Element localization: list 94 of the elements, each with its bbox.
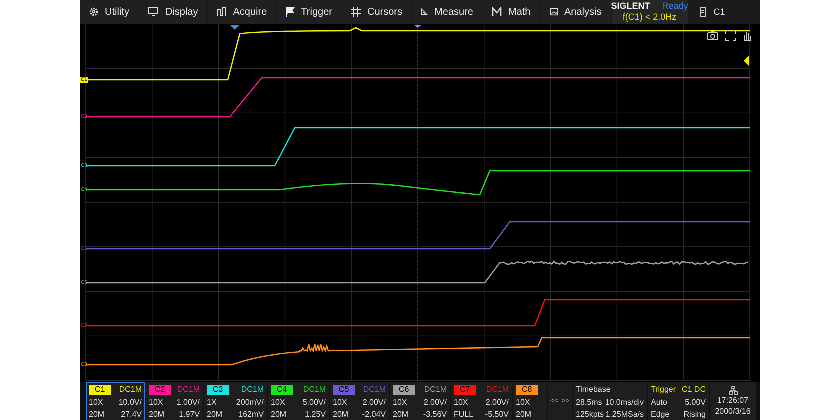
channel-label: C5 [333, 384, 356, 394]
trigger-mode: Auto [651, 398, 668, 406]
trigger-level-marker [744, 56, 749, 66]
camera-icon[interactable] [707, 30, 719, 42]
scale-text: 1.00V/ [176, 398, 200, 406]
scale-text: 200mV/ [236, 398, 264, 406]
bandwidth-text: 20M [89, 410, 105, 418]
channel-panel[interactable]: C8 10X 20M [513, 382, 547, 420]
bandwidth-text: 20M [207, 410, 223, 418]
menu-item[interactable]: Trigger [277, 0, 342, 24]
bandwidth-text: FULL [454, 410, 474, 418]
trigger-source: C1 DC [682, 385, 706, 394]
probe-text: 10X [89, 398, 104, 406]
channel-panel[interactable]: C7 DC1M 10X 2.00V/ FULL -5.50V [451, 382, 512, 420]
channel-panel[interactable]: C4 DC1M 10X 5.00V/ 20M 1.25V [268, 382, 329, 420]
fullscreen-icon[interactable] [725, 30, 737, 42]
trigger-title: Trigger [651, 385, 676, 394]
menu-item[interactable]: Display [139, 0, 208, 24]
active-channel: C1 [714, 7, 726, 17]
coupling-text: DC1M [486, 385, 509, 394]
scale-text: 2.00V/ [424, 398, 447, 406]
scale-text: 5.00V/ [302, 398, 326, 406]
gear-icon [89, 7, 99, 17]
probe-text: 10X [333, 398, 348, 406]
menu-item[interactable]: Cursors [342, 0, 412, 24]
probe-text: 1X [207, 398, 217, 406]
bandwidth-text: 20M [516, 410, 532, 418]
bandwidth-text: 20M [333, 410, 349, 418]
bandwidth-text: 20M [393, 410, 409, 418]
bandwidth-text: 20M [149, 410, 165, 418]
channel-label: C4 [271, 384, 294, 394]
trigger-panel[interactable]: Trigger C1 DC Auto 5.00V Edge Rising [648, 382, 709, 420]
channel-panel[interactable]: C6 DC1M 10X 2.00V/ 20M -3.56V [390, 382, 450, 420]
offset-text: -5.50V [485, 410, 509, 418]
scale-text: 2.00V/ [362, 398, 386, 406]
timebase-panel[interactable]: Timebase 28.5ms 10.0ms/div 125kpts 1.25MSa/s [573, 382, 647, 420]
channel-label: C6 [393, 384, 416, 394]
coupling-text: DC1M [177, 385, 200, 394]
monitor-icon [148, 7, 160, 17]
points-text: 125kpts [576, 410, 604, 418]
sample-rate-text: 1.25MSa/s [606, 410, 644, 418]
ruler-icon [421, 7, 429, 17]
math-icon [492, 7, 502, 17]
status-text: Ready [662, 1, 688, 12]
timebase-title: Timebase [576, 385, 611, 394]
menu-item[interactable]: Utility [80, 0, 138, 24]
channel-label: C1 [89, 384, 112, 394]
brand-logo: SIGLENT [611, 1, 650, 12]
menu-item[interactable]: Acquire [208, 0, 276, 24]
coupling-text: DC1M [424, 385, 447, 394]
probe-text: 10X [271, 398, 286, 406]
probe-text: 10X [516, 398, 530, 406]
coupling-text: DC1M [363, 385, 386, 394]
channel-label: C2 [149, 384, 172, 394]
channel-panel[interactable]: C5 DC1M 10X 2.00V/ 20M -2.04V [330, 382, 389, 420]
channel-panel[interactable]: C1 DC1M 10X 10.0V/ 20M 27.4V [86, 382, 145, 420]
coupling-text: DC1M [303, 385, 326, 394]
offset-text: 1.25V [305, 410, 326, 418]
channel-panel[interactable]: C3 DC1M 1X 200mV/ 20M 162mV [204, 382, 267, 420]
flag-icon [286, 7, 296, 17]
probe-text: 10X [393, 398, 408, 406]
grid-icon [351, 7, 362, 17]
trigger-slope: Rising [684, 410, 706, 418]
coupling-text: DC1M [241, 385, 264, 394]
clock-date: 2000/3/16 [715, 406, 751, 417]
menu-item[interactable]: Analysis [540, 0, 611, 24]
battery-icon [700, 7, 706, 17]
scale-text: 10.0V/ [118, 398, 142, 406]
network-icon [728, 386, 738, 395]
image-icon [550, 7, 558, 17]
channel-label: C7 [454, 384, 476, 394]
bandwidth-text: 20M [271, 410, 287, 418]
probe-text: 10X [149, 398, 164, 406]
channel-label: C8 [516, 384, 538, 394]
channel-label: C3 [207, 384, 230, 394]
offset-text: 27.4V [121, 410, 142, 418]
offset-text: 162mV [238, 410, 264, 418]
timescale-text: 10.0ms/div [605, 398, 644, 406]
offset-text: -3.56V [423, 410, 447, 418]
hand-icon[interactable] [742, 30, 754, 42]
measurement-readout: f(C1) < 2.0Hz [622, 12, 677, 23]
channel-panel[interactable]: C2 DC1M 10X 1.00V/ 20M 1.97V [146, 382, 203, 420]
pulse-icon [217, 7, 228, 17]
offset-text: 1.97V [179, 410, 200, 418]
clock-time: 17:26:07 [717, 395, 749, 406]
offset-text: -2.04V [362, 410, 386, 418]
scale-text: 2.00V/ [486, 398, 509, 406]
trigger-type: Edge [651, 410, 670, 418]
delay-text: 28.5ms [576, 398, 602, 406]
trigger-level: 5.00V [685, 398, 706, 406]
probe-text: 10X [454, 398, 468, 406]
menu-item[interactable]: Math [483, 0, 540, 24]
menu-item[interactable]: Measure [412, 0, 482, 24]
coupling-text: DC1M [119, 385, 142, 394]
